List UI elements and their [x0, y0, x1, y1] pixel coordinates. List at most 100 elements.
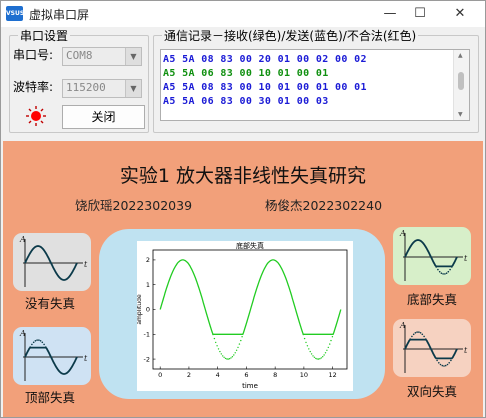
- x-axis-letter: t: [84, 260, 88, 269]
- y-axis-letter: A: [19, 235, 26, 244]
- clipped-dot: [412, 333, 415, 336]
- top-distortion-label: 顶部失真: [25, 390, 76, 405]
- clipped-dot: [418, 331, 420, 333]
- screen-panel: 实验1 放大器非线性失真研究 饶欣瑶2022302039 杨俊杰20223022…: [3, 141, 483, 417]
- original-signal-dot: [222, 355, 224, 357]
- wave-line: [404, 239, 458, 268]
- maximize-button[interactable]: ☐: [401, 1, 439, 27]
- x-tick-label: 8: [273, 371, 277, 379]
- bottom-distortion-card[interactable]: At: [393, 227, 471, 285]
- no-distortion-card[interactable]: At: [13, 233, 91, 291]
- serial-settings-title: 串口设置: [18, 27, 71, 44]
- both-distortion-label: 双向失真: [407, 384, 458, 399]
- original-signal-dot: [308, 348, 310, 350]
- clipped-dot: [411, 335, 413, 338]
- original-signal-dot: [238, 343, 241, 345]
- x-axis-label: time: [242, 382, 258, 390]
- clipped-dot: [445, 272, 448, 274]
- title-bar[interactable]: VSUS 虚拟串口屏 — ☐ ✕: [1, 1, 485, 27]
- original-signal-dot: [220, 353, 222, 355]
- log-line: A5 5A 08 83 00 10 01 00 01 00 01: [163, 82, 367, 93]
- close-port-button[interactable]: 关闭: [62, 105, 145, 129]
- original-signal-dot: [305, 341, 307, 344]
- clipped-dot: [425, 338, 427, 340]
- original-signal-dot: [223, 356, 225, 358]
- original-signal-dot: [234, 352, 236, 354]
- original-signal-dot: [322, 356, 324, 358]
- original-signal-dot: [323, 354, 325, 356]
- clipped-dot: [446, 363, 449, 366]
- y-axis-letter: A: [399, 321, 406, 330]
- port-label: 串口号:: [13, 48, 54, 62]
- original-signal-dot: [235, 349, 238, 351]
- window-title: 虚拟串口屏: [29, 8, 90, 22]
- scroll-down-icon[interactable]: ▼: [458, 111, 463, 118]
- scroll-up-icon[interactable]: ▲: [458, 52, 463, 59]
- close-window-button[interactable]: ✕: [441, 1, 479, 27]
- scroll-thumb[interactable]: [458, 72, 464, 90]
- x-tick-label: 4: [216, 371, 220, 379]
- x-axis-letter: t: [464, 254, 468, 263]
- clipped-dot: [444, 364, 447, 367]
- x-tick-label: 6: [244, 371, 248, 379]
- original-signal-dot: [327, 346, 329, 349]
- both-distortion-card[interactable]: At: [393, 319, 471, 377]
- original-signal-dot: [331, 336, 334, 338]
- original-signal-dot: [217, 348, 220, 350]
- original-signal-dot: [226, 358, 228, 360]
- clipped-dot: [440, 272, 443, 274]
- original-signal-dot: [313, 356, 316, 358]
- clipped-dot: [34, 340, 37, 342]
- clipped-dot: [437, 268, 439, 271]
- chevron-down-icon[interactable]: ▼: [125, 48, 141, 65]
- original-signal-dot: [233, 354, 235, 356]
- wave-line: [24, 346, 78, 375]
- original-signal-dot: [320, 357, 322, 359]
- original-signal-dot: [317, 358, 320, 360]
- log-scrollbar[interactable]: ▲ ▼: [453, 50, 469, 120]
- port-select[interactable]: COM8 ▼: [62, 47, 142, 66]
- original-signal-dot: [330, 339, 332, 342]
- clipped-dot: [38, 339, 40, 341]
- original-signal-dot: [213, 337, 216, 340]
- original-signal-dot: [212, 333, 214, 336]
- chevron-down-icon[interactable]: ▼: [125, 80, 141, 97]
- original-signal-dot: [219, 350, 221, 353]
- app-window: VSUS 虚拟串口屏 — ☐ ✕ 串口设置 串口号: COM8 ▼ 波特率: 1…: [0, 0, 486, 418]
- original-signal-dot: [215, 341, 217, 344]
- student-right: 杨俊杰2022302240: [265, 198, 383, 213]
- clipped-signal-line: [159, 259, 342, 335]
- original-signal-dot: [237, 346, 239, 349]
- clipped-dot: [43, 343, 45, 346]
- clipped-dot: [451, 266, 453, 268]
- port-value: COM8: [66, 49, 93, 62]
- clipped-dot: [416, 331, 418, 333]
- student-left: 饶欣瑶2022302039: [75, 198, 193, 213]
- waveform-chart: 底部失真 0 2 4 6 8 10 12 -2 -1 0 1 2 time amplitude: [136, 241, 353, 391]
- x-tick-label: 0: [158, 371, 162, 379]
- clipped-dot: [423, 335, 425, 338]
- clipped-dot: [36, 339, 38, 341]
- x-axis-letter: t: [464, 346, 468, 355]
- clipped-dot: [443, 365, 445, 367]
- original-signal-dot: [324, 352, 327, 354]
- clipped-dot: [444, 273, 446, 275]
- comm-log-title: 通信记录－接收(绿色)/发送(蓝色)/不合法(红色): [162, 27, 419, 44]
- baud-label: 波特率:: [13, 80, 54, 94]
- bottom-distortion-label: 底部失真: [407, 292, 458, 307]
- original-signal-dot: [319, 358, 321, 360]
- baud-value: 115200: [66, 81, 106, 94]
- top-distortion-card[interactable]: At: [13, 327, 91, 385]
- baud-select[interactable]: 115200 ▼: [62, 79, 142, 98]
- comm-log-box[interactable]: A5 5A 08 83 00 20 01 00 02 00 02 A5 5A 0…: [160, 49, 470, 121]
- original-signal-dot: [302, 333, 304, 336]
- original-signal-dot: [241, 336, 243, 338]
- clipped-dot: [45, 346, 47, 348]
- y-axis-letter: A: [399, 229, 406, 238]
- original-signal-dot: [312, 355, 314, 357]
- clipped-dot: [421, 333, 424, 336]
- original-signal-dot: [224, 357, 227, 360]
- x-axis-letter: t: [84, 354, 88, 363]
- y-tick-label: 2: [146, 256, 150, 264]
- y-tick-label: -2: [144, 355, 150, 363]
